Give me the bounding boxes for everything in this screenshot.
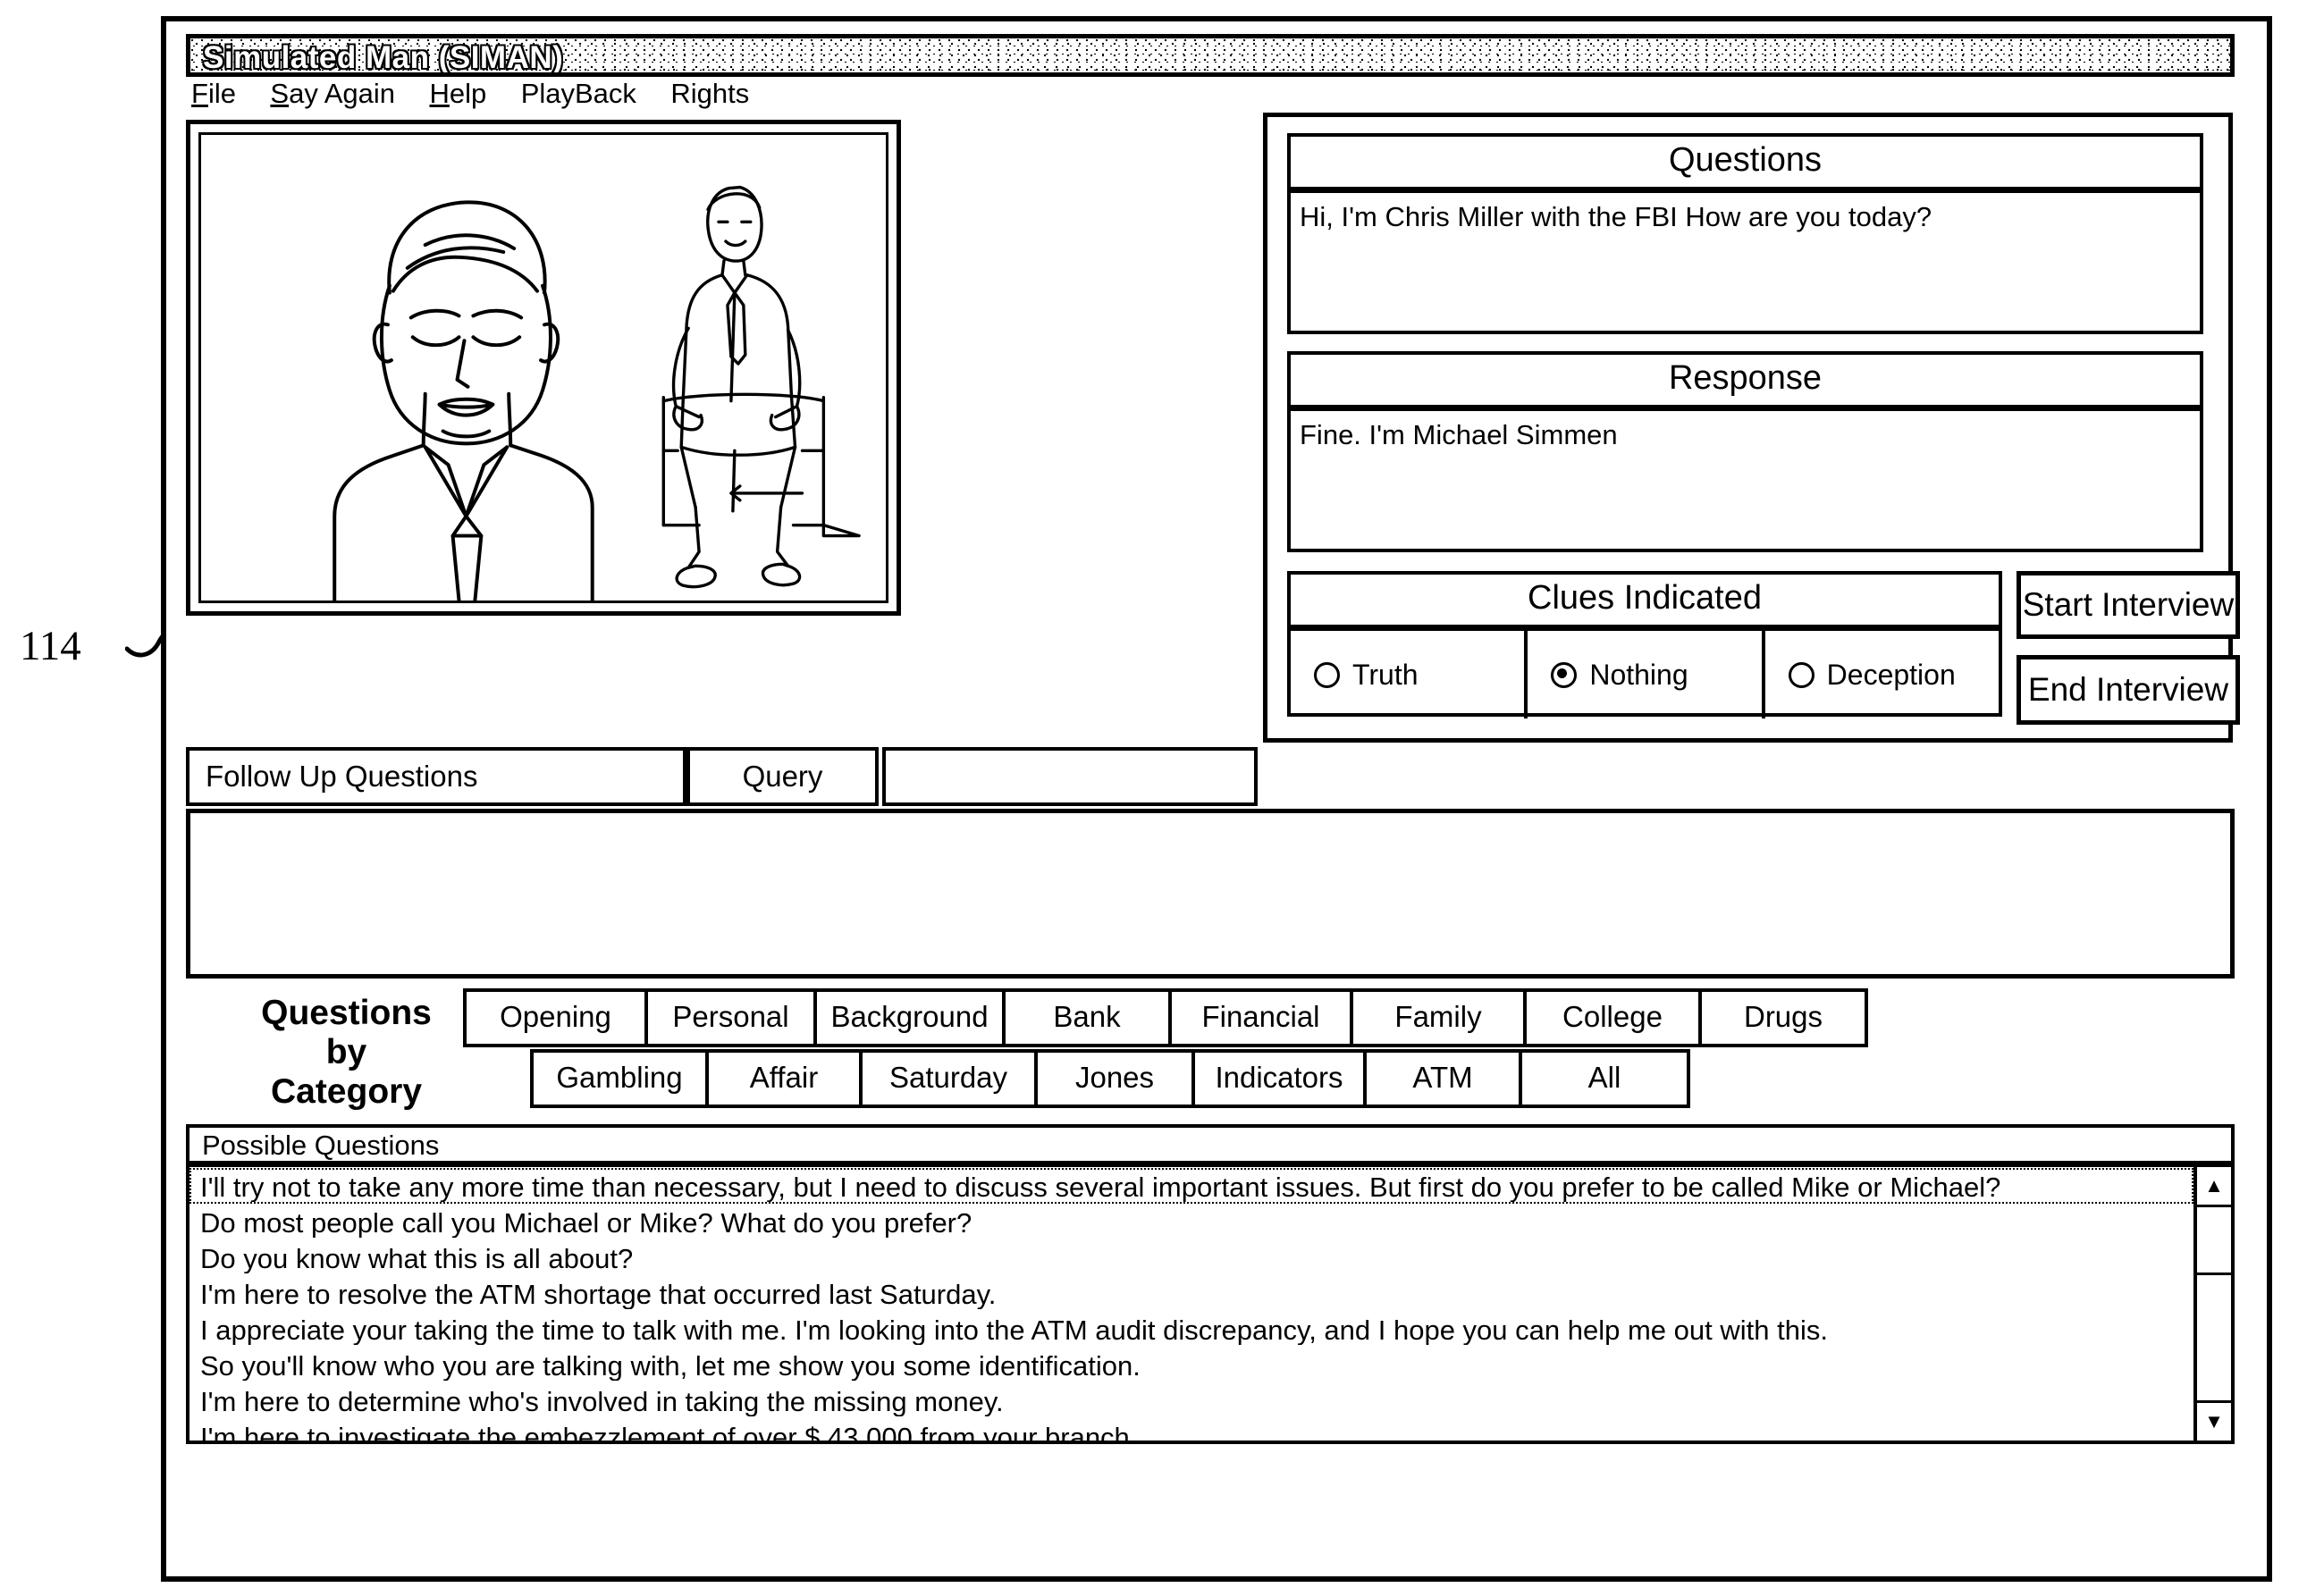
tab-college[interactable]: College — [1523, 988, 1702, 1047]
tab-personal[interactable]: Personal — [644, 988, 817, 1047]
window-title: Simulated Man (SIMAN) — [203, 40, 564, 75]
figure-reference-number: 114 — [20, 623, 81, 669]
menu-item-say-again[interactable]: Say Again — [270, 77, 395, 111]
clue-label-nothing: Nothing — [1589, 658, 1688, 691]
tab-opening[interactable]: Opening — [463, 988, 648, 1047]
questions-group: Questions Hi, I'm Chris Miller with the … — [1287, 133, 2203, 334]
menu-item-playback[interactable]: PlayBack — [521, 77, 636, 111]
questions-by-category-section: Questions by Category Opening Personal B… — [186, 985, 2235, 1119]
clue-label-truth: Truth — [1352, 658, 1419, 691]
list-item[interactable]: Do you know what this is all about? — [189, 1239, 2193, 1275]
clue-option-truth[interactable]: Truth — [1291, 631, 1528, 718]
tab-saturday[interactable]: Saturday — [859, 1049, 1038, 1108]
possible-questions-listbox[interactable]: I'll try not to take any more time than … — [186, 1167, 2235, 1444]
scroll-down-arrow-icon[interactable]: ▼ — [2197, 1400, 2231, 1441]
application-window: Simulated Man (SIMAN) File Say Again Hel… — [161, 16, 2272, 1582]
tab-all[interactable]: All — [1519, 1049, 1690, 1108]
tab-affair[interactable]: Affair — [705, 1049, 863, 1108]
menu-bar: File Say Again Help PlayBack Rights — [186, 77, 2235, 113]
follow-up-questions-label: Follow Up Questions — [186, 747, 686, 806]
tab-background[interactable]: Background — [813, 988, 1006, 1047]
radio-icon-truth[interactable] — [1314, 661, 1340, 688]
follow-up-display-area[interactable] — [186, 809, 2235, 979]
vertical-scrollbar[interactable]: ▲ ▼ — [2193, 1167, 2231, 1441]
simulated-man-illustration — [333, 185, 861, 601]
end-interview-button[interactable]: End Interview — [2017, 655, 2240, 725]
avatar-video-inner — [198, 132, 888, 603]
clue-option-nothing[interactable]: Nothing — [1528, 631, 1765, 718]
clues-indicated-group: Clues Indicated Truth Nothing Deception — [1287, 571, 2002, 718]
clue-option-deception[interactable]: Deception — [1765, 631, 1999, 718]
tab-bank[interactable]: Bank — [1002, 988, 1172, 1047]
list-item[interactable]: I'm here to investigate the embezzlement… — [189, 1418, 2193, 1441]
tab-financial[interactable]: Financial — [1168, 988, 1353, 1047]
list-item[interactable]: So you'll know who you are talking with,… — [189, 1347, 2193, 1382]
cat-label-line3: Category — [270, 1072, 423, 1111]
tab-atm[interactable]: ATM — [1363, 1049, 1522, 1108]
scrollbar-thumb[interactable] — [2197, 1207, 2231, 1275]
possible-questions-items: I'll try not to take any more time than … — [189, 1167, 2193, 1441]
tab-drugs[interactable]: Drugs — [1698, 988, 1868, 1047]
questions-by-category-label: Questions by Category — [241, 994, 451, 1112]
response-text[interactable]: Fine. I'm Michael Simmen — [1291, 411, 2200, 452]
scrollbar-track[interactable] — [2197, 1207, 2231, 1400]
clues-options: Truth Nothing Deception — [1291, 631, 1999, 718]
tab-jones[interactable]: Jones — [1034, 1049, 1195, 1108]
questions-title: Questions — [1291, 137, 2200, 193]
possible-questions-header: Possible Questions — [186, 1124, 2235, 1167]
tab-indicators[interactable]: Indicators — [1191, 1049, 1367, 1108]
follow-up-input[interactable] — [882, 747, 1258, 806]
category-tab-row-1: Opening Personal Background Bank Financi… — [463, 988, 1868, 1047]
radio-icon-nothing[interactable] — [1551, 661, 1578, 688]
menu-item-file[interactable]: File — [191, 77, 236, 111]
cat-label-line1: Questions — [261, 994, 432, 1032]
list-item[interactable]: I appreciate your taking the time to tal… — [189, 1311, 2193, 1347]
clues-title: Clues Indicated — [1291, 575, 1999, 631]
list-item[interactable]: Do most people call you Michael or Mike?… — [189, 1204, 2193, 1239]
scroll-up-arrow-icon[interactable]: ▲ — [2197, 1167, 2231, 1207]
cat-label-line2: by — [325, 1033, 367, 1071]
start-interview-button[interactable]: Start Interview — [2017, 571, 2240, 639]
menu-item-rights[interactable]: Rights — [670, 77, 749, 111]
tab-gambling[interactable]: Gambling — [530, 1049, 709, 1108]
tab-family[interactable]: Family — [1350, 988, 1527, 1047]
window-content: Simulated Man (SIMAN) File Say Again Hel… — [186, 34, 2245, 1553]
response-title: Response — [1291, 355, 2200, 411]
avatar-video-frame — [186, 120, 901, 616]
title-bar: Simulated Man (SIMAN) — [186, 34, 2235, 77]
radio-icon-deception[interactable] — [1788, 661, 1814, 688]
category-tab-row-2: Gambling Affair Saturday Jones Indicator… — [530, 1049, 1690, 1108]
questions-text[interactable]: Hi, I'm Chris Miller with the FBI How ar… — [1291, 193, 2200, 234]
response-group: Response Fine. I'm Michael Simmen — [1287, 351, 2203, 552]
query-button[interactable]: Query — [686, 747, 879, 806]
list-item[interactable]: I'm here to determine who's involved in … — [189, 1382, 2193, 1418]
list-item[interactable]: I'm here to resolve the ATM shortage tha… — [189, 1275, 2193, 1311]
bottom-blank-area — [186, 1448, 2235, 1550]
menu-item-help[interactable]: Help — [429, 77, 486, 111]
clue-label-deception: Deception — [1826, 658, 1956, 691]
follow-up-bar: Follow Up Questions Query — [186, 747, 2235, 806]
list-item[interactable]: I'll try not to take any more time than … — [189, 1168, 2193, 1204]
interview-panel: Questions Hi, I'm Chris Miller with the … — [1263, 113, 2240, 743]
top-area: Questions Hi, I'm Chris Miller with the … — [186, 113, 2240, 747]
